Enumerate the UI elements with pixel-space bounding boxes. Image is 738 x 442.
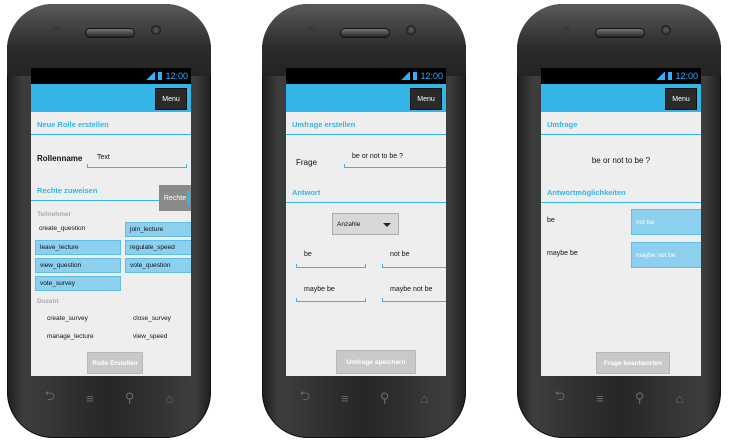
menu-button[interactable]: Menu	[155, 88, 187, 110]
perm-view-question[interactable]: view_question	[35, 258, 121, 273]
perm-create-question[interactable]: create_question	[35, 222, 119, 235]
rollenname-input[interactable]: Text	[97, 154, 110, 161]
phone-top-bezel	[517, 4, 721, 76]
phone-device-3: 12:00 Menu Umfrage be or not to be ? Ant…	[517, 4, 721, 438]
recent-apps-icon[interactable]: ⌂	[166, 391, 174, 406]
status-time: 12:00	[165, 71, 188, 81]
answer-1[interactable]: be	[304, 251, 312, 258]
status-bar: 12:00	[31, 68, 191, 84]
camera-icon	[661, 25, 671, 35]
earpiece-icon	[85, 28, 135, 38]
option-2-choice-text: maybe not be	[636, 251, 676, 259]
earpiece-icon	[595, 28, 645, 38]
search-icon[interactable]: ⚲	[380, 390, 390, 406]
battery-icon	[158, 72, 163, 80]
phone-device-2: 12:00 Menu Umfrage erstellen Frage be or…	[262, 4, 466, 438]
answer-4-underline	[382, 298, 446, 302]
search-icon[interactable]: ⚲	[125, 390, 135, 406]
frage-input[interactable]: be or not to be ?	[352, 153, 403, 160]
phone-top-bezel	[7, 4, 211, 76]
earpiece-icon	[340, 28, 390, 38]
back-icon[interactable]: ⮌	[45, 387, 55, 409]
perm-leave-lecture[interactable]: leave_lecture	[35, 240, 121, 255]
option-2-choice[interactable]: maybe not be	[631, 242, 701, 268]
home-icon[interactable]: ≡	[341, 391, 349, 406]
option-1-choice[interactable]: not be	[631, 209, 701, 235]
camera-icon	[151, 25, 161, 35]
status-time: 12:00	[420, 71, 443, 81]
answer-2-underline	[382, 264, 446, 268]
answer-3[interactable]: maybe be	[304, 286, 335, 293]
screen-create-survey: 12:00 Menu Umfrage erstellen Frage be or…	[286, 68, 446, 376]
answer-3-underline	[296, 298, 366, 302]
answer-1-underline	[296, 264, 366, 268]
answer-2[interactable]: not be	[390, 251, 409, 258]
status-bar: 12:00	[286, 68, 446, 84]
back-icon[interactable]: ⮌	[300, 387, 310, 409]
survey-question: be or not to be ?	[591, 156, 651, 165]
menu-button[interactable]: Menu	[665, 88, 697, 110]
home-icon[interactable]: ≡	[596, 391, 604, 406]
option-1-choice-text: not be	[636, 218, 655, 226]
battery-icon	[413, 72, 418, 80]
back-icon[interactable]: ⮌	[555, 387, 565, 409]
recent-apps-icon[interactable]: ⌂	[421, 391, 429, 406]
menu-button[interactable]: Menu	[410, 88, 442, 110]
screen-new-role: 12:00 Menu Neue Rolle erstellen Rollenna…	[31, 68, 191, 376]
search-icon[interactable]: ⚲	[635, 390, 645, 406]
rollenname-label: Rollenname	[37, 154, 83, 163]
section-header-create-survey: Umfrage erstellen	[286, 116, 446, 135]
sensor-icon	[307, 26, 316, 35]
perm-join-lecture[interactable]: join_lecture	[125, 222, 191, 237]
status-time: 12:00	[675, 71, 698, 81]
section-header-options: Antwortmöglichkeiten	[541, 184, 701, 203]
screen-survey: 12:00 Menu Umfrage be or not to be ? Ant…	[541, 68, 701, 376]
chevron-down-icon	[383, 223, 391, 227]
status-bar: 12:00	[541, 68, 701, 84]
option-1-label: be	[547, 217, 555, 224]
answer-question-button[interactable]: Frage beantworten	[596, 352, 670, 374]
section-header-answer: Antwort	[286, 184, 446, 203]
section-header-new-role: Neue Rolle erstellen	[31, 116, 191, 135]
save-survey-button[interactable]: Umfrage speichern	[336, 350, 416, 374]
nav-bar: ⮌ ≡ ⚲ ⌂	[539, 380, 699, 416]
rollenname-underline	[87, 164, 187, 168]
option-2-label: maybe be	[547, 250, 578, 257]
perm-close-survey[interactable]: close_survey	[129, 312, 191, 325]
sensor-icon	[52, 26, 61, 35]
nav-bar: ⮌ ≡ ⚲ ⌂	[284, 380, 444, 416]
action-bar: Menu	[31, 84, 191, 112]
signal-icon	[146, 72, 156, 80]
scroll-indicator	[187, 191, 190, 205]
signal-icon	[401, 72, 411, 80]
sensor-icon	[562, 26, 571, 35]
action-bar: Menu	[286, 84, 446, 112]
perm-manage-lecture[interactable]: manage_lecture	[43, 330, 117, 343]
create-role-button[interactable]: Rolle Erstellen	[87, 352, 143, 374]
phone-top-bezel	[262, 4, 466, 76]
perm-create-survey[interactable]: create_survey	[43, 312, 117, 325]
battery-icon	[668, 72, 673, 80]
perm-vote-question[interactable]: vote_question	[125, 258, 191, 273]
section-header-survey: Umfrage	[541, 116, 701, 135]
perm-vote-survey[interactable]: vote_survey	[35, 276, 121, 291]
answer-4[interactable]: maybe not be	[390, 286, 432, 293]
perm-view-speed[interactable]: view_speed	[129, 330, 191, 343]
recent-apps-icon[interactable]: ⌂	[676, 391, 684, 406]
frage-label: Frage	[296, 158, 317, 167]
dropdown-value: Anzahle	[337, 220, 361, 228]
camera-icon	[406, 25, 416, 35]
home-icon[interactable]: ≡	[86, 391, 94, 406]
frage-underline	[344, 164, 446, 168]
dozent-label: Dozent	[37, 298, 59, 305]
phone-device-1: 12:00 Menu Neue Rolle erstellen Rollenna…	[7, 4, 211, 438]
teilnehmer-label: Teilnehmer	[37, 211, 72, 218]
nav-bar: ⮌ ≡ ⚲ ⌂	[29, 380, 189, 416]
signal-icon	[656, 72, 666, 80]
perm-regulate-speed[interactable]: regulate_speed	[125, 240, 191, 255]
action-bar: Menu	[541, 84, 701, 112]
